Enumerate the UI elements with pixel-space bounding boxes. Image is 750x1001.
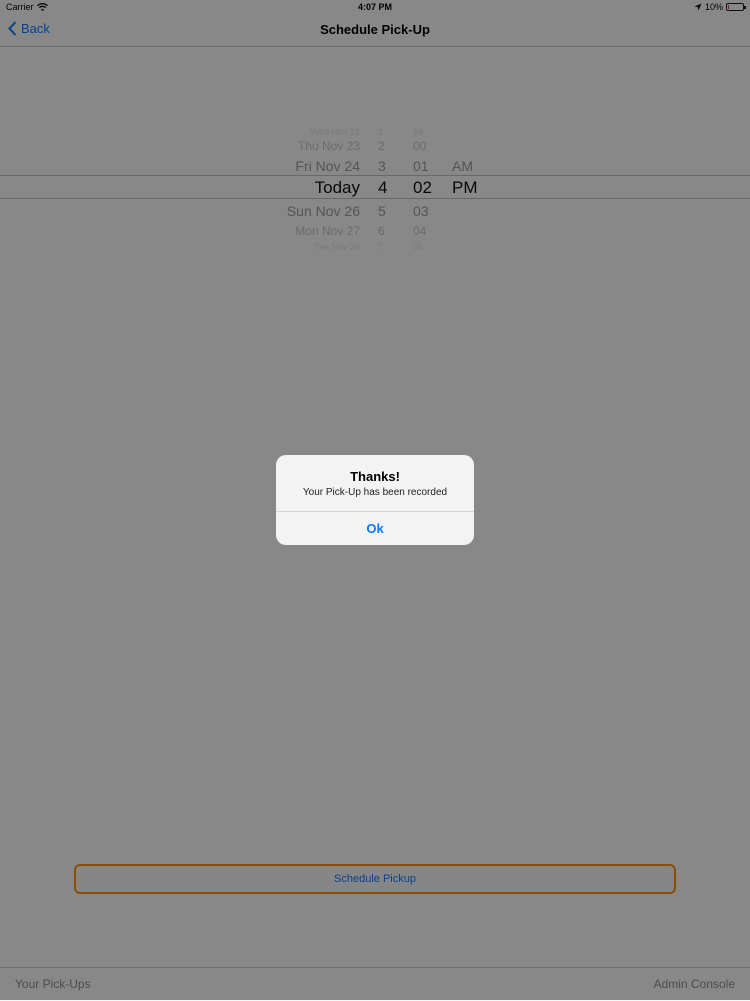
alert-message: Your Pick-Up has been recorded [302, 487, 448, 498]
confirmation-alert: Thanks! Your Pick-Up has been recorded O… [276, 455, 474, 545]
alert-ok-button[interactable]: Ok [276, 512, 474, 545]
alert-title: Thanks! [350, 469, 400, 484]
